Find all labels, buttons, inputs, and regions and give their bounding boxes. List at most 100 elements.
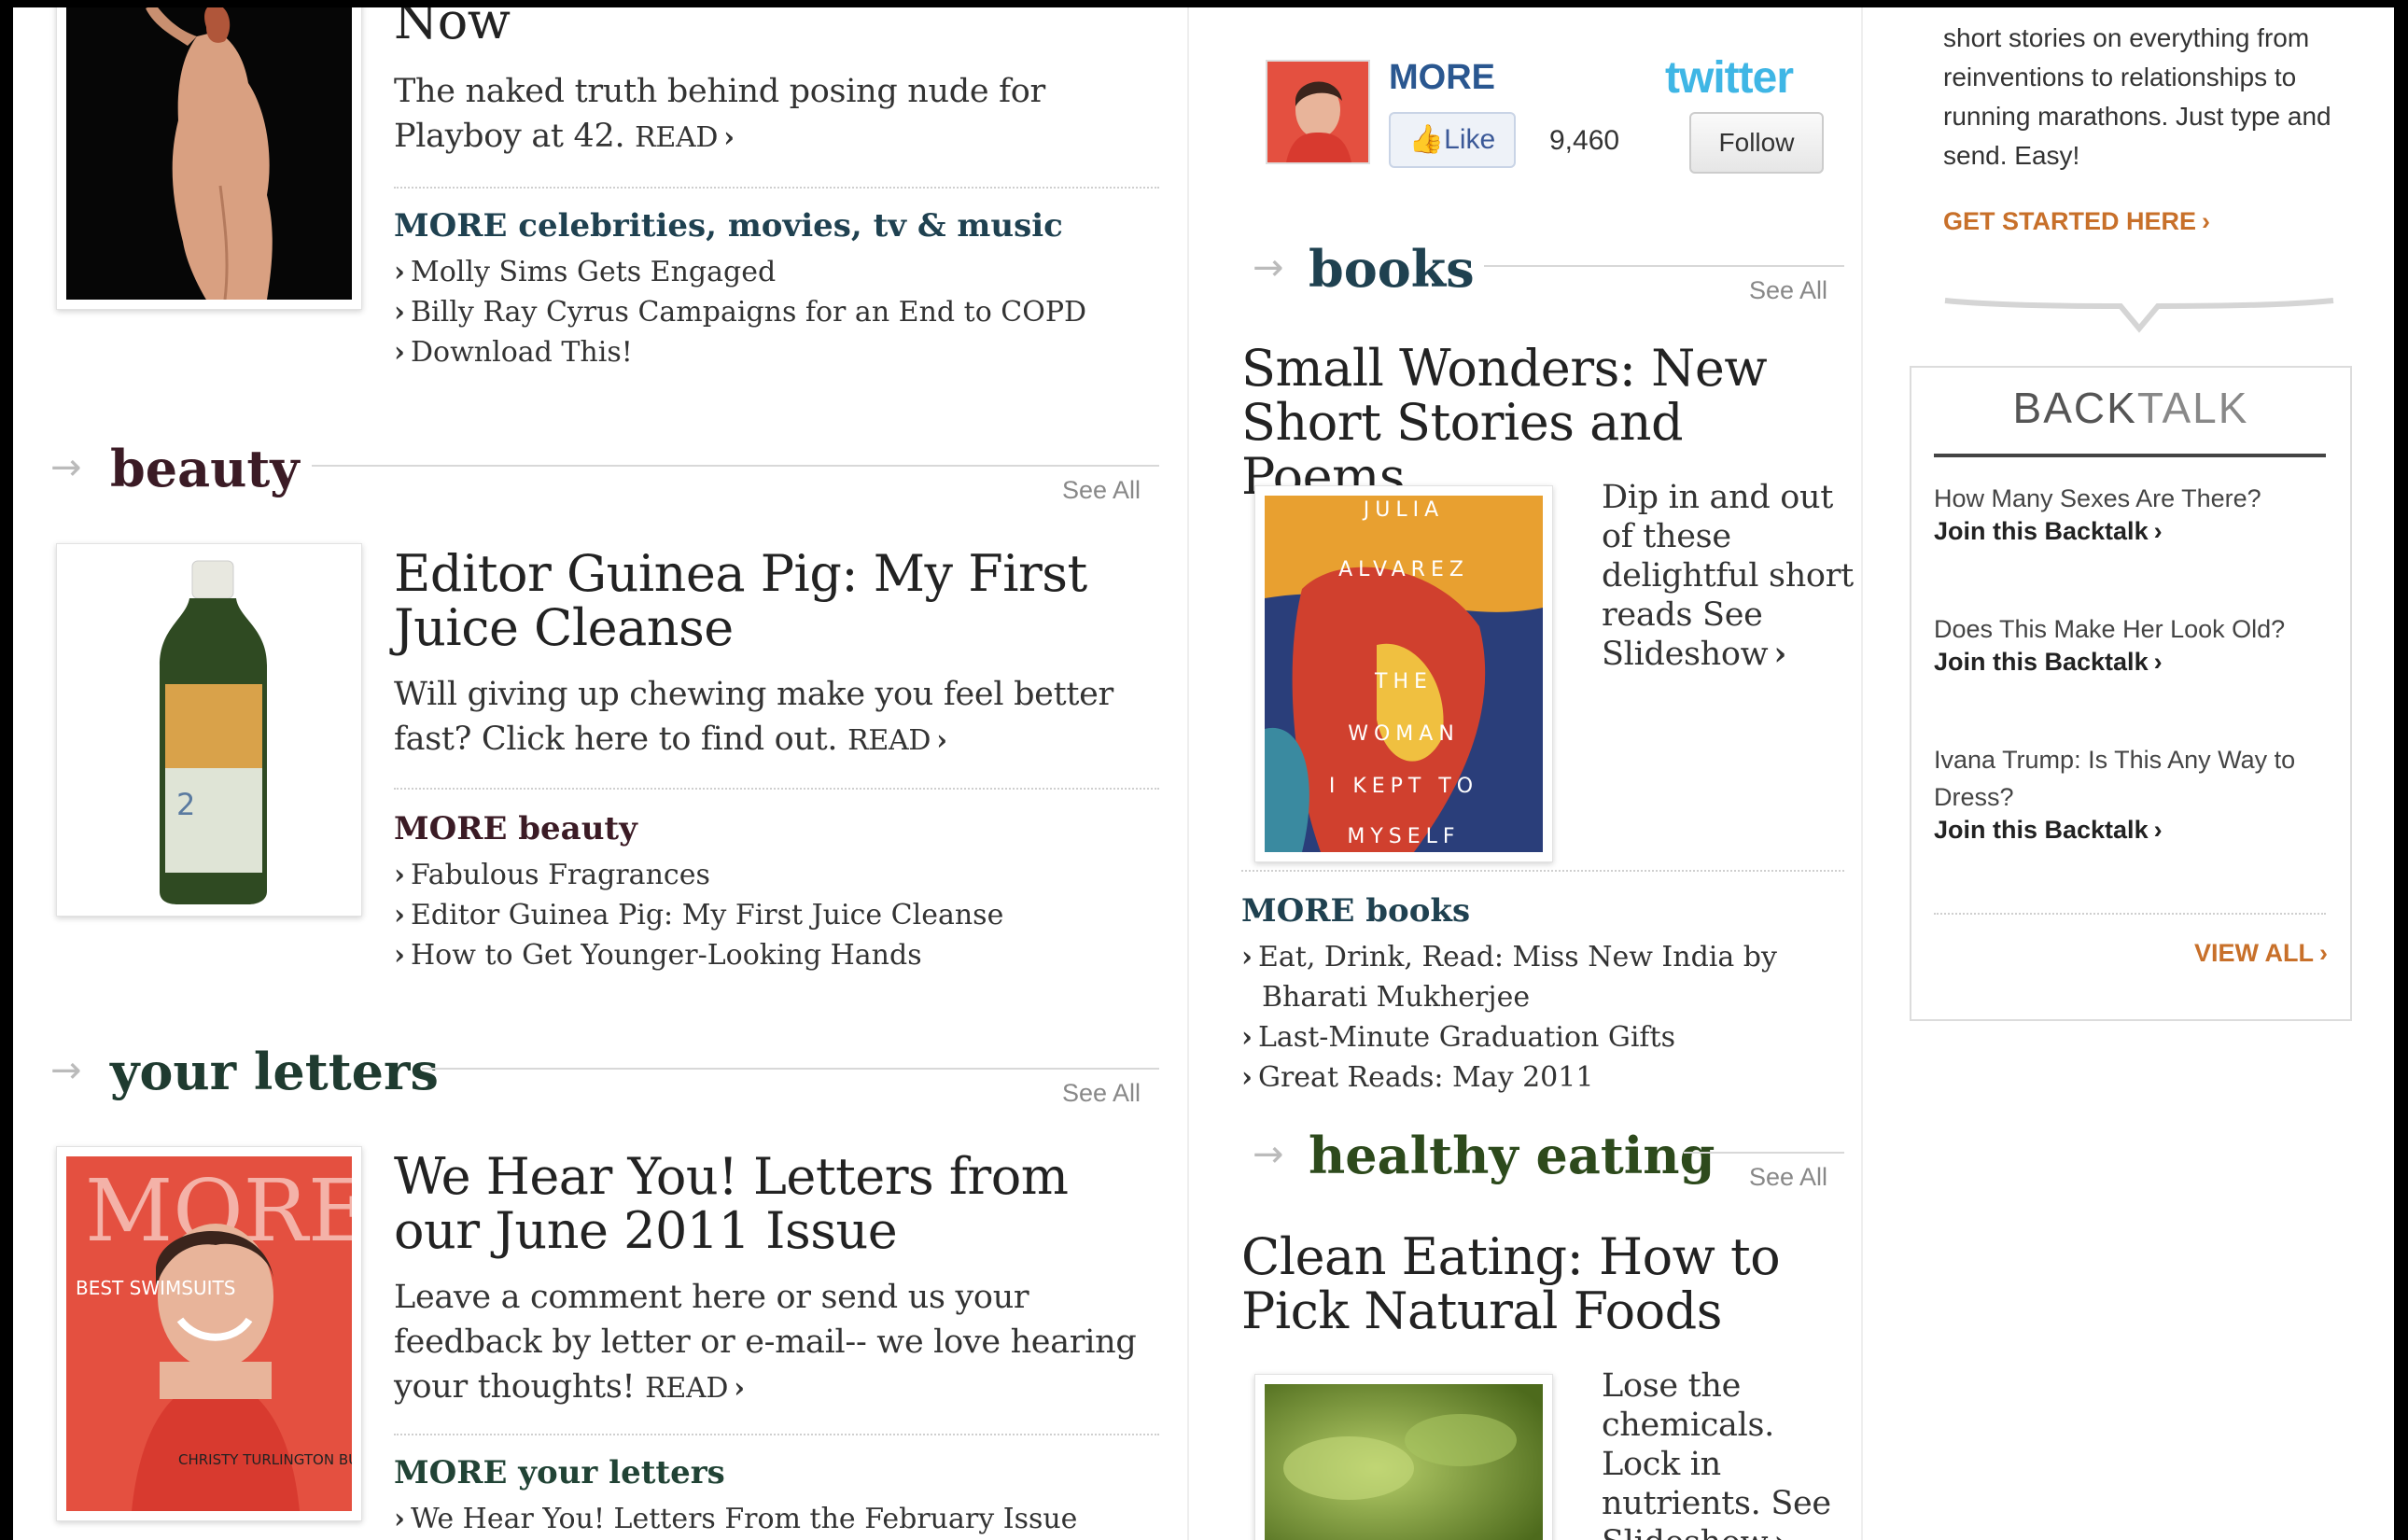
section-rule [312, 465, 1159, 467]
backtalk-title-a: BACK [2012, 384, 2137, 432]
books-slideshow-link[interactable]: Slideshow › [1602, 635, 1786, 673]
join-backtalk-link[interactable]: Join this Backtalk › [1934, 648, 2326, 677]
backtalk-title-b: TALK [2136, 384, 2249, 432]
join-label[interactable]: Join this Backtalk [1934, 816, 2149, 844]
read-label[interactable]: READ [645, 1372, 728, 1405]
section-rule [1684, 1152, 1844, 1154]
letters-story-desc: Leave a comment here or send us your fee… [394, 1275, 1159, 1411]
book-cover-image: JULIA ALVAREZ THE WOMAN I KEPT TO MYSELF [1265, 496, 1543, 852]
twitter-follow-button[interactable]: Follow [1689, 112, 1824, 174]
more-letters-list: We Hear You! Letters From the February I… [394, 1499, 1159, 1539]
juice-bottle-image: 2 [66, 553, 352, 906]
slideshow-label[interactable]: Slideshow [1602, 1524, 1769, 1540]
see-label: See [1771, 1485, 1831, 1522]
section-arrow-icon: → [50, 446, 82, 489]
section-title-healthy-eating[interactable]: healthy eating [1309, 1126, 1715, 1185]
letters-see-all-link[interactable]: See All [1062, 1079, 1141, 1108]
section-rule [1484, 265, 1844, 267]
divider [394, 1434, 1159, 1435]
join-backtalk-link[interactable]: Join this Backtalk › [1934, 816, 2326, 845]
page-frame: Now The naked truth behind posing nude f… [13, 7, 2394, 1540]
twitter-logo[interactable]: twitter [1665, 52, 1794, 104]
thumbs-up-icon: 👍 [1408, 124, 1445, 155]
beauty-read-link[interactable]: READ › [847, 724, 947, 757]
backtalk-title: BACKTALK [1911, 383, 2350, 433]
list-item[interactable]: Download This! [394, 332, 1159, 372]
list-item[interactable]: Eat, Drink, Read: Miss New India by Bhar… [1241, 937, 1820, 1017]
healthy-desc-text: Lose the chemicals. Lock in nutrients. [1602, 1367, 1774, 1522]
section-title-your-letters[interactable]: your letters [110, 1042, 439, 1101]
playboy-thumbnail[interactable] [56, 7, 362, 310]
more-beauty-list: Fabulous Fragrances Editor Guinea Pig: M… [394, 855, 1159, 975]
join-backtalk-link[interactable]: Join this Backtalk › [1934, 517, 2326, 546]
books-see-all-link[interactable]: See All [1749, 276, 1827, 305]
juice-thumbnail[interactable]: 2 [56, 543, 362, 917]
divider [1241, 870, 1844, 872]
healthy-slideshow-link[interactable]: Slideshow› [1602, 1523, 1786, 1540]
view-all-label[interactable]: VIEW ALL [2194, 939, 2314, 967]
social-brand-name[interactable]: MORE [1389, 58, 1495, 98]
read-label[interactable]: READ [847, 724, 931, 757]
more-beauty-heading[interactable]: MORE beauty [394, 810, 637, 847]
book-cover-text: ALVAREZ [1338, 558, 1469, 581]
top-story-desc: The naked truth behind posing nude for P… [394, 69, 1159, 161]
section-title-beauty[interactable]: beauty [110, 439, 300, 498]
cover-name-text: CHRISTY TURLINGTON BURNS [178, 1451, 352, 1468]
letters-story-title[interactable]: We Hear You! Letters from our June 2011 … [394, 1150, 1159, 1258]
like-count: 9,460 [1549, 125, 1620, 156]
beauty-desc-text: Will giving up chewing make you feel bet… [394, 676, 1113, 758]
top-story-read-link[interactable]: READ › [635, 121, 735, 154]
list-item[interactable]: Molly Sims Gets Engaged [394, 252, 1159, 292]
see-label: See [1702, 596, 1763, 634]
divider [394, 788, 1159, 790]
beauty-story-desc: Will giving up chewing make you feel bet… [394, 672, 1159, 763]
list-item[interactable]: How to Get Younger-Looking Hands [394, 935, 1159, 975]
beauty-see-all-link[interactable]: See All [1062, 476, 1141, 505]
book-cover-text: JULIA [1362, 498, 1444, 522]
column-divider [1861, 7, 1863, 1540]
list-item[interactable]: We Hear You! Letters From the February I… [394, 1499, 1159, 1539]
list-item[interactable]: Last-Minute Graduation Gifts [1241, 1017, 1820, 1057]
get-started-label[interactable]: GET STARTED HERE [1943, 207, 2196, 235]
beauty-story-title[interactable]: Editor Guinea Pig: My First Juice Cleans… [394, 547, 1103, 655]
backtalk-question[interactable]: Ivana Trump: Is This Any Way to Dress? [1934, 741, 2345, 816]
join-label[interactable]: Join this Backtalk [1934, 648, 2149, 676]
healthy-story-desc: Lose the chemicals. Lock in nutrients. S… [1602, 1366, 1854, 1540]
healthy-see-all-link[interactable]: See All [1749, 1163, 1827, 1192]
list-item[interactable]: Great Reads: May 2011 [1241, 1057, 1820, 1098]
book-cover-thumbnail[interactable]: JULIA ALVAREZ THE WOMAN I KEPT TO MYSELF [1254, 485, 1553, 862]
nude-figure-image [66, 7, 352, 300]
backtalk-view-all-link[interactable]: VIEW ALL › [2194, 939, 2328, 968]
backtalk-item: How Many Sexes Are There? Join this Back… [1934, 480, 2326, 546]
healthy-food-thumbnail[interactable] [1254, 1374, 1553, 1540]
backtalk-question[interactable]: How Many Sexes Are There? [1934, 480, 2326, 517]
magazine-cover-thumbnail[interactable]: MORE BEST SWIMSUITS CHRISTY TURLINGTON B… [56, 1146, 362, 1521]
section-arrow-icon: → [50, 1049, 82, 1092]
read-label[interactable]: READ [635, 121, 718, 154]
list-item[interactable]: Billy Ray Cyrus Campaigns for an End to … [394, 292, 1159, 332]
column-divider [1187, 7, 1189, 1540]
magazine-cover-image: MORE BEST SWIMSUITS CHRISTY TURLINGTON B… [66, 1156, 352, 1511]
get-started-link[interactable]: GET STARTED HERE › [1943, 207, 2210, 236]
more-books-list: Eat, Drink, Read: Miss New India by Bhar… [1241, 937, 1820, 1098]
list-item[interactable]: Editor Guinea Pig: My First Juice Cleans… [394, 895, 1159, 935]
more-celebrities-heading[interactable]: MORE celebrities, movies, tv & music [394, 207, 1063, 245]
join-label[interactable]: Join this Backtalk [1934, 517, 2149, 545]
letters-read-link[interactable]: READ › [645, 1372, 745, 1405]
healthy-story-title[interactable]: Clean Eating: How to Pick Natural Foods [1241, 1230, 1857, 1338]
section-arrow-icon: → [1253, 1133, 1284, 1176]
section-title-books[interactable]: books [1309, 239, 1475, 299]
book-cover-text: I KEPT TO [1329, 775, 1478, 798]
slideshow-label[interactable]: Slideshow [1602, 636, 1769, 673]
facebook-like-button[interactable]: 👍Like [1389, 112, 1516, 168]
svg-text:2: 2 [176, 787, 195, 822]
section-arrow-icon: → [1253, 246, 1284, 289]
top-story-title-tail[interactable]: Now [394, 7, 511, 49]
social-avatar[interactable] [1266, 60, 1370, 164]
backtalk-question[interactable]: Does This Make Her Look Old? [1934, 610, 2326, 648]
more-letters-heading[interactable]: MORE your letters [394, 1454, 725, 1491]
list-item[interactable]: Fabulous Fragrances [394, 855, 1159, 895]
more-books-heading[interactable]: MORE books [1241, 892, 1470, 930]
like-label[interactable]: Like [1444, 124, 1495, 155]
green-beans-image [1265, 1384, 1543, 1540]
